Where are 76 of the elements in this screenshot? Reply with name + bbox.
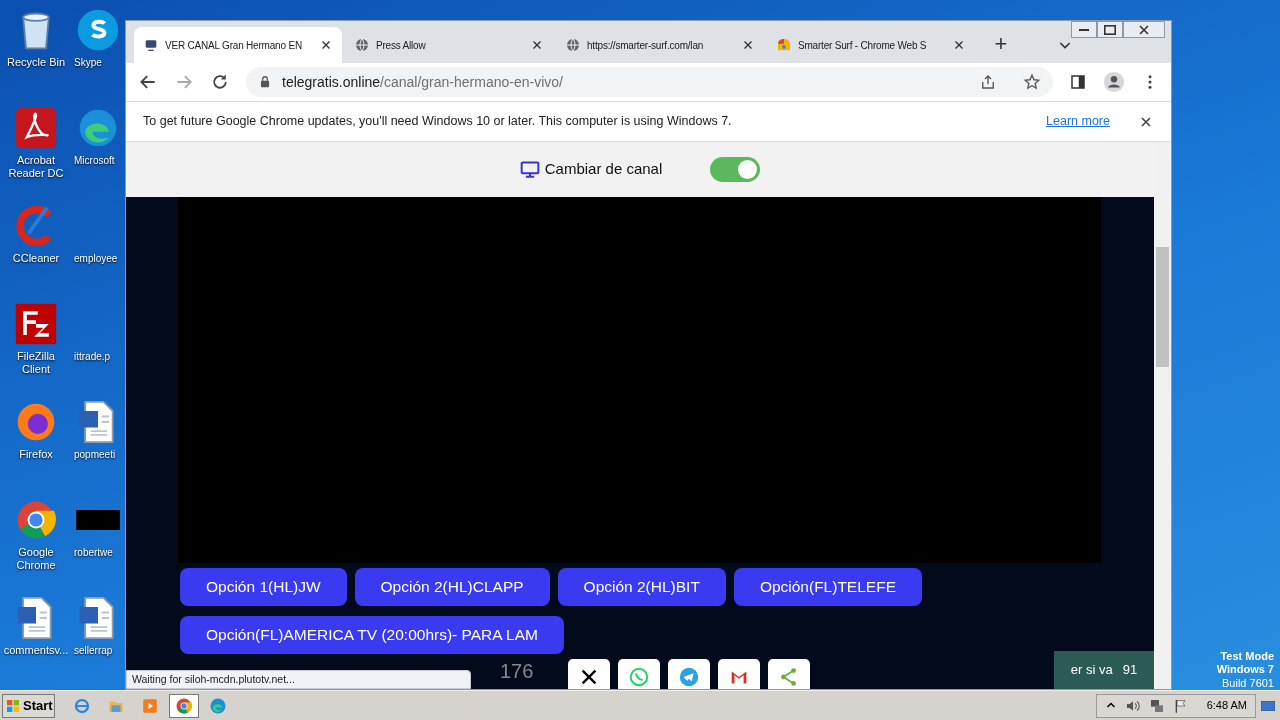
maximize-icon (1104, 24, 1116, 35)
globe-icon (354, 37, 370, 53)
option-button[interactable]: Opción(FL)TELEFE (733, 568, 922, 606)
desktop-icon-label[interactable]: Google Chrome (3, 546, 69, 572)
desktop-icon-label[interactable]: Recycle Bin (6, 56, 66, 69)
globe-icon (565, 37, 581, 53)
reload-icon[interactable] (210, 72, 230, 92)
tv-icon (143, 37, 159, 53)
share-icon[interactable] (979, 73, 997, 91)
desktop-icon-label[interactable]: Firefox (19, 448, 53, 461)
desktop-icon-label[interactable]: CCleaner (12, 252, 60, 265)
system-watermark-text: Build 7601 (1222, 676, 1274, 690)
windows-logo-icon (5, 697, 21, 714)
desktop-icon-label[interactable]: ittrade.p (74, 350, 111, 363)
share-count: 176 (500, 659, 535, 683)
desktop-icon-label[interactable]: FileZilla Client (3, 350, 69, 376)
tab-title: Smarter Surf - Chrome Web S (798, 38, 928, 53)
info-bar-message: To get future Google Chrome updates, you'll need Windows 10 or later. This computer is using Windows 7. (143, 113, 733, 131)
side-widget[interactable]: er si va 91 (1054, 651, 1154, 689)
minimize-button[interactable] (1071, 21, 1097, 38)
skype-app-icon[interactable] (76, 8, 120, 52)
desktop-icon-label[interactable]: commentsv... (3, 644, 69, 657)
browser-tab[interactable]: https://smarter-surf.com/lan (556, 27, 764, 63)
profile-icon[interactable] (1103, 71, 1125, 93)
system-watermark-text: Test Mode (1220, 650, 1274, 663)
tab-title: https://smarter-surf.com/lan (587, 38, 705, 53)
monitor-icon (519, 159, 540, 180)
chrome-app-icon (175, 696, 193, 715)
option-button[interactable]: Opción(FL)AMERICA TV (20:00hrs)- PARA LAM (180, 616, 564, 654)
network-icon[interactable] (1148, 697, 1165, 714)
desktop-icon-label[interactable]: sellerrap (74, 644, 113, 657)
pdf-app-icon[interactable] (14, 106, 58, 150)
filezilla-app-icon[interactable] (14, 302, 58, 346)
browser-tab[interactable]: Smarter Surf - Chrome Web S (767, 27, 975, 63)
system-watermark-text: Windows 7 (1216, 663, 1274, 676)
channel-switch-label: Cambiar de canal (544, 159, 663, 180)
image-thumbnail-icon[interactable] (76, 510, 120, 530)
media-player-icon (141, 696, 159, 715)
web-store-icon (776, 37, 792, 53)
share-button[interactable] (568, 659, 610, 689)
telegram-icon (678, 666, 700, 688)
whatsapp-icon (628, 666, 650, 688)
new-tab-button[interactable]: + (988, 31, 1014, 57)
clock-time[interactable]: 6:48 AM (1206, 697, 1247, 714)
desktop-icon-label[interactable]: popmeeti (74, 448, 116, 461)
lock-icon (258, 75, 272, 89)
status-bubble: Waiting for siloh-mcdn.plutotv.net... (126, 670, 471, 689)
maximize-button[interactable] (1097, 21, 1123, 38)
option-button[interactable]: Opción 1(HL)JW (180, 568, 347, 606)
desktop-icon-label[interactable]: Acrobat Reader DC (3, 154, 69, 180)
learn-more-link[interactable]: Learn more (1046, 112, 1110, 131)
side-widget-count: 91 (1122, 661, 1138, 680)
star-icon[interactable] (1023, 73, 1041, 91)
desktop-icon-label[interactable]: Skype (74, 56, 102, 69)
browser-tab[interactable]: Press Allow (345, 27, 553, 63)
tab-title: Press Allow (376, 38, 427, 53)
tab-title: VER CANAL Gran Hermano EN (165, 38, 303, 53)
start-button[interactable]: Start (2, 693, 55, 718)
edge-app-icon (209, 696, 227, 715)
desktop-icon-label[interactable]: robertwe (74, 546, 113, 559)
side-widget-text: er si va (1070, 661, 1113, 680)
minimize-icon (1079, 28, 1089, 31)
option-button[interactable]: Opción 2(HL)BIT (557, 568, 726, 606)
browser-tab[interactable]: VER CANAL Gran Hermano EN (134, 27, 342, 63)
taskbar-app-button[interactable] (169, 693, 199, 718)
internet-explorer-icon (73, 696, 91, 715)
option-button[interactable]: Opción 2(HL)CLAPP (354, 568, 550, 606)
scrollbar[interactable] (1154, 142, 1171, 689)
url-text: telegratis.online/canal/gran-hermano-en-vivo/ (282, 72, 564, 92)
close-icon (1139, 24, 1149, 35)
toggle-switch[interactable] (710, 157, 761, 182)
side-panel-icon[interactable] (1069, 73, 1087, 91)
desktop-icon-label[interactable]: Microsoft (74, 154, 115, 167)
desktop-icon-label[interactable]: employee (74, 252, 118, 265)
address-bar[interactable]: telegratis.online/canal/gran-hermano-en-vivo/ (246, 67, 1053, 97)
close-button[interactable] (1123, 21, 1165, 38)
